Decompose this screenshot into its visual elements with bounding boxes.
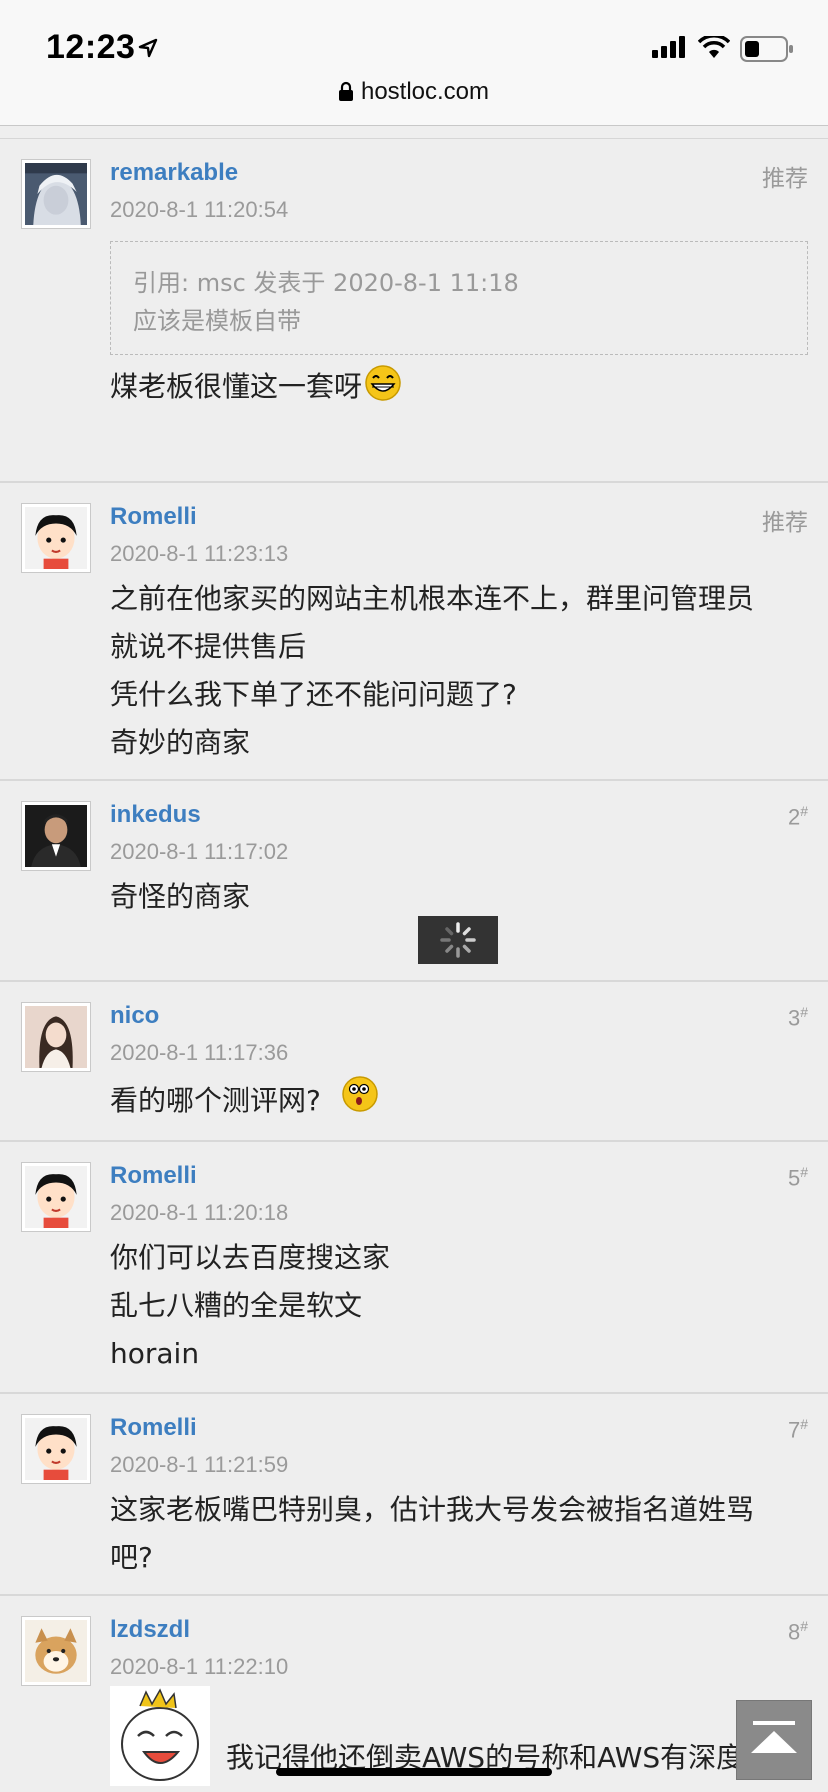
- floor-number[interactable]: 3#: [788, 1004, 808, 1031]
- floor-mark: #: [800, 1416, 808, 1432]
- avatar-image: [25, 507, 87, 569]
- surprised-emoji-icon: [342, 1076, 378, 1112]
- wifi-icon: [698, 36, 730, 58]
- post-body: 之前在他家买的网站主机根本连不上，群里问管理员 就说不提供售后 凭什么我下单了还…: [110, 575, 754, 767]
- post-date: 2020-8-1 11:21:59: [110, 1452, 289, 1477]
- post-line: horain: [110, 1337, 200, 1370]
- quote-block: 引用: msc 发表于 2020-8-1 11:18 应该是模板自带: [110, 241, 808, 355]
- post-body: 煤老板很懂这一套呀: [110, 363, 402, 411]
- post-line: 乱七八糟的全是软文: [110, 1289, 363, 1322]
- author-name[interactable]: inkedus: [110, 801, 201, 829]
- floor-number-value: 5: [787, 1165, 801, 1191]
- cellular-signal-icon: [652, 36, 685, 58]
- post-item: Romelli 2020-8-1 11:21:59 7# 这家老板嘴巴特别臭，估…: [0, 1394, 828, 1596]
- post-line: 就说不提供售后: [110, 630, 307, 663]
- post-body: 这家老板嘴巴特别臭，估计我大号发会被指名道姓骂 吧?: [110, 1486, 754, 1582]
- avatar-image: [25, 1418, 87, 1480]
- post-body: 你们可以去百度搜这家 乱七八糟的全是软文 horain: [110, 1234, 390, 1378]
- author-name[interactable]: remarkable: [110, 159, 238, 187]
- avatar-image: [25, 1620, 87, 1682]
- back-to-top-button[interactable]: [736, 1700, 812, 1780]
- post-line: 之前在他家买的网站主机根本连不上，群里问管理员: [110, 582, 755, 615]
- avatar[interactable]: [21, 159, 91, 229]
- location-arrow-icon: [138, 38, 158, 58]
- post-body: 看的哪个测评网?: [110, 1074, 380, 1125]
- post-line: 奇怪的商家: [110, 880, 251, 913]
- post-line: 看的哪个测评网?: [110, 1084, 321, 1117]
- floor-number-value: 2: [787, 804, 801, 830]
- post-line: 吧?: [110, 1541, 153, 1574]
- author-name[interactable]: Romelli: [110, 1162, 197, 1190]
- avatar[interactable]: [21, 1002, 91, 1072]
- author-name[interactable]: Romelli: [110, 503, 197, 531]
- loading-spinner: [418, 916, 498, 964]
- floor-number-value: 7: [787, 1417, 801, 1443]
- post-item: inkedus 2020-8-1 11:17:02 2# 奇怪的商家: [0, 781, 828, 982]
- address-bar[interactable]: hostloc.com: [0, 78, 828, 112]
- post-date: 2020-8-1 11:17:36: [110, 1040, 289, 1065]
- floor-mark: #: [800, 1618, 808, 1634]
- author-name[interactable]: lzdszdl: [110, 1616, 190, 1644]
- status-time: 12:23: [46, 28, 136, 66]
- post-line: 奇妙的商家: [110, 726, 251, 759]
- post-item: lzdszdl 2020-8-1 11:22:10 8# 我记得他还倒卖AWS的…: [0, 1596, 828, 1792]
- avatar[interactable]: [21, 801, 91, 871]
- floor-mark: #: [800, 1164, 808, 1180]
- post-line: 这家老板嘴巴特别臭，估计我大号发会被指名道姓骂: [110, 1493, 755, 1526]
- floor-number-value: 8: [787, 1619, 801, 1645]
- post-item: nico 2020-8-1 11:17:36 3# 看的哪个测评网?: [0, 982, 828, 1142]
- arrow-up-icon: [751, 1721, 797, 1753]
- avatar[interactable]: [21, 1414, 91, 1484]
- floor-number[interactable]: 5#: [788, 1164, 808, 1191]
- author-name[interactable]: Romelli: [110, 1414, 197, 1442]
- post-line: 凭什么我下单了还不能问问题了?: [110, 678, 517, 711]
- avatar-image: [25, 1006, 87, 1068]
- spinner-icon: [440, 922, 476, 958]
- post-body: 奇怪的商家: [110, 873, 250, 921]
- avatar[interactable]: [21, 1616, 91, 1686]
- floor-number[interactable]: 7#: [788, 1416, 808, 1443]
- recommend-tag: 推荐: [762, 510, 808, 536]
- floor-mark: #: [800, 1004, 808, 1020]
- meme-sticker-image: [110, 1686, 210, 1786]
- post-line: 煤老板很懂这一套呀: [110, 370, 363, 403]
- floor-mark: #: [800, 803, 808, 819]
- avatar-image: [25, 805, 87, 867]
- post-date: 2020-8-1 11:20:18: [110, 1200, 289, 1225]
- avatar[interactable]: [21, 503, 91, 573]
- post-date: 2020-8-1 11:17:02: [110, 839, 289, 864]
- post-line: 你们可以去百度搜这家: [110, 1241, 391, 1274]
- author-name[interactable]: nico: [110, 1002, 159, 1030]
- url-text: hostloc.com: [360, 78, 490, 105]
- lock-icon: [338, 81, 353, 101]
- floor-number[interactable]: 8#: [788, 1618, 808, 1645]
- post-date: 2020-8-1 11:23:13: [110, 541, 289, 566]
- floor-number[interactable]: 2#: [788, 803, 808, 830]
- post-date: 2020-8-1 11:22:10: [110, 1654, 289, 1679]
- floor-number-value: 3: [787, 1005, 801, 1031]
- avatar[interactable]: [21, 1162, 91, 1232]
- quote-header: 引用: msc 发表于 2020-8-1 11:18: [133, 269, 519, 297]
- avatar-image: [25, 1166, 87, 1228]
- post-item: Romelli 2020-8-1 11:20:18 5# 你们可以去百度搜这家 …: [0, 1142, 828, 1394]
- post-item: remarkable 2020-8-1 11:20:54 推荐 引用: msc …: [0, 139, 828, 483]
- status-bar: 12:23 hostloc.com: [0, 0, 828, 126]
- recommend-tag: 推荐: [762, 166, 808, 192]
- home-indicator: [276, 1768, 552, 1776]
- avatar-image: [25, 163, 87, 225]
- quote-text: 应该是模板自带: [133, 307, 301, 335]
- grin-emoji-icon: [365, 365, 401, 401]
- post-date: 2020-8-1 11:20:54: [110, 197, 289, 222]
- battery-icon: [740, 36, 793, 62]
- post-item: Romelli 2020-8-1 11:23:13 推荐 之前在他家买的网站主机…: [0, 483, 828, 781]
